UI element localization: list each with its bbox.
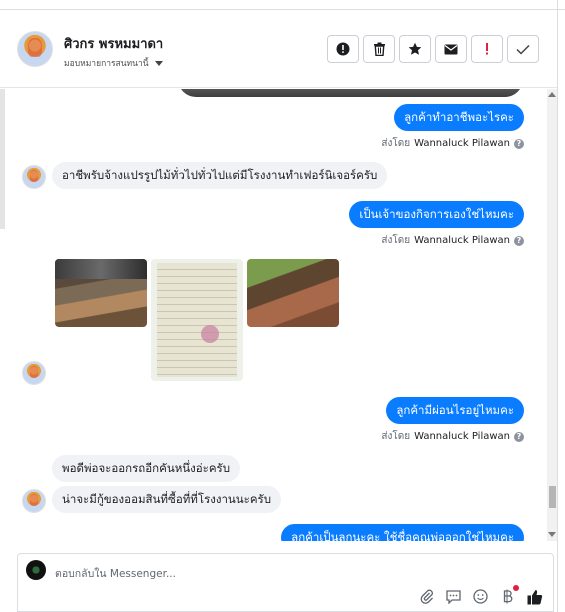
- reply-input[interactable]: ตอบกลับใน Messenger...: [55, 565, 176, 582]
- notification-dot: [513, 585, 519, 591]
- sent-by-label: ส่งโดย Wannaluck Pilawan ?: [381, 429, 524, 444]
- chat-bubble-icon: [446, 589, 461, 604]
- paperclip-icon: [420, 589, 433, 604]
- contact-name[interactable]: ศิวกร พรหมมาดา: [64, 33, 163, 54]
- caret-down-icon: [154, 60, 163, 66]
- stamp-mark: [201, 325, 219, 343]
- sent-by-prefix: ส่งโดย: [381, 235, 411, 246]
- scrollbar-thumb[interactable]: [549, 486, 556, 508]
- assign-label: มอบหมายการสนทนานี้: [64, 59, 149, 69]
- photo-attachment[interactable]: [151, 259, 243, 381]
- contact-avatar[interactable]: [22, 361, 46, 385]
- attach-button[interactable]: [418, 588, 435, 605]
- incoming-message[interactable]: น่าจะมีกู้ของออมสินที่ซื้อที่ที่โรงงานนะ…: [52, 486, 281, 513]
- star-icon: [408, 42, 422, 55]
- trash-icon: [373, 42, 385, 56]
- sent-by-prefix: ส่งโดย: [381, 431, 411, 442]
- mark-done-button[interactable]: [507, 35, 539, 63]
- baht-icon: [503, 589, 513, 604]
- star-button[interactable]: [399, 35, 431, 63]
- smiley-icon: [473, 589, 488, 604]
- help-icon[interactable]: ?: [514, 431, 524, 442]
- sent-by-agent: Wannaluck Pilawan: [414, 138, 510, 149]
- contact-avatar[interactable]: [22, 489, 46, 513]
- follow-up-button[interactable]: [327, 35, 359, 63]
- assign-conversation-dropdown[interactable]: มอบหมายการสนทนานี้: [64, 56, 163, 70]
- red-exclamation-icon: [486, 43, 488, 55]
- message-thread[interactable]: ลูกค้าทำอาชีพอะไรคะ ส่งโดย Wannaluck Pil…: [0, 89, 547, 541]
- mark-unread-button[interactable]: [435, 35, 467, 63]
- exclamation-circle-icon: [336, 42, 350, 56]
- outgoing-message[interactable]: เป็นเจ้าของกิจการเองใช่ไหมคะ: [349, 201, 524, 228]
- document-image: [157, 263, 237, 377]
- outgoing-message[interactable]: ลูกค้าทำอาชีพอะไรคะ: [394, 104, 524, 131]
- mark-spam-button[interactable]: [471, 35, 503, 63]
- panel-divider: [557, 0, 558, 612]
- scroll-up-icon[interactable]: [548, 92, 556, 97]
- incoming-message[interactable]: พอดีพ่อจะออกรถอีกคันหนึ่งอ่ะครับ: [52, 455, 241, 482]
- previous-image-attachment[interactable]: [178, 89, 523, 97]
- left-scrollbar[interactable]: [0, 89, 5, 229]
- conversation-header: ศิวกร พรหมมาดา มอบหมายการสนทนานี้: [0, 11, 557, 88]
- contact-avatar[interactable]: [22, 165, 46, 189]
- composer-toolbar: [418, 585, 543, 605]
- sent-by-agent: Wannaluck Pilawan: [414, 431, 510, 442]
- photo-attachment[interactable]: [55, 259, 147, 327]
- check-icon: [516, 44, 530, 55]
- incoming-message[interactable]: อาชีพรับจ้างแปรรูปไม้ทั่วไปทั่วไปแต่มีโร…: [52, 162, 388, 189]
- sent-by-label: ส่งโดย Wannaluck Pilawan ?: [381, 136, 524, 151]
- sent-by-prefix: ส่งโดย: [381, 138, 411, 149]
- page-avatar: [26, 560, 46, 580]
- contact-avatar[interactable]: [17, 31, 53, 67]
- envelope-icon: [444, 44, 458, 54]
- photo-attachment[interactable]: [247, 259, 339, 327]
- delete-button[interactable]: [363, 35, 395, 63]
- scroll-down-icon[interactable]: [548, 532, 556, 537]
- help-icon[interactable]: ?: [514, 235, 524, 246]
- sent-by-agent: Wannaluck Pilawan: [414, 235, 510, 246]
- sent-by-label: ส่งโดย Wannaluck Pilawan ?: [381, 233, 524, 248]
- thumbs-up-icon: [527, 589, 542, 604]
- payment-button[interactable]: [499, 585, 519, 605]
- like-button[interactable]: [526, 588, 543, 605]
- outgoing-message[interactable]: ลูกค้ามีผ่อนไรอยู่ไหมคะ: [386, 397, 524, 424]
- reply-composer: ตอบกลับใน Messenger...: [17, 553, 554, 612]
- help-icon[interactable]: ?: [514, 138, 524, 149]
- conversation-actions: [327, 35, 539, 63]
- outgoing-message[interactable]: ลูกค้าเป็นลูกนะคะ ใช้ชื่อคุณพ่อออกใช่ไหม…: [281, 524, 524, 541]
- thread-scrollbar[interactable]: [547, 89, 557, 541]
- saved-replies-button[interactable]: [445, 588, 462, 605]
- window-top-bar: [0, 0, 565, 10]
- emoji-button[interactable]: [472, 588, 489, 605]
